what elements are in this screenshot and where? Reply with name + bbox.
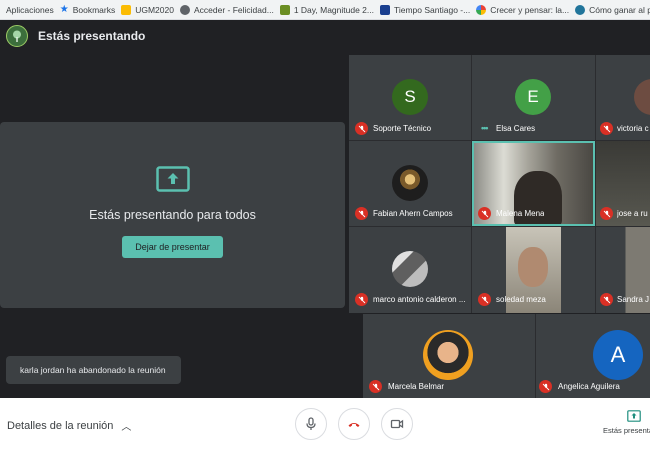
microphone-icon [306, 417, 316, 430]
participant-tile[interactable]: Marcela Belmar [363, 314, 535, 398]
mic-off-icon [355, 122, 368, 135]
meeting-top-bar: Estás presentando [0, 20, 650, 52]
mic-off-icon [600, 122, 613, 135]
bookmark-bookmarks[interactable]: ★ Bookmarks [59, 3, 115, 15]
participant-name: victoria c [617, 124, 649, 133]
participant-name: Marcela Belmar [388, 382, 445, 391]
bookmark-acceder[interactable]: Acceder - Felicidad... [179, 4, 274, 15]
participant-name: Soporte Técnico [373, 124, 432, 133]
bookmark-aplicaciones[interactable]: Aplicaciones [6, 5, 54, 15]
bookmark-ugm2020[interactable]: UGM2020 [121, 4, 174, 15]
participant-left-toast: karla jordan ha abandonado la reunión [6, 356, 181, 384]
participant-tile[interactable]: marco antonio calderon ... [349, 227, 471, 313]
hang-up-icon [348, 423, 360, 427]
participant-grid-bottom: Marcela Belmar A Angelica Aguilera [363, 314, 650, 398]
bookmark-tiempo[interactable]: Tiempo Santiago -... [379, 4, 470, 15]
participant-name: Fabian Ahern Campos [373, 209, 453, 218]
leave-call-button[interactable] [338, 408, 370, 440]
mic-off-icon [355, 293, 368, 306]
participant-video-tile[interactable]: Malena Mena [472, 141, 595, 226]
participant-name: Elsa Cares [496, 124, 536, 133]
mic-off-icon [600, 293, 613, 306]
mic-off-icon [600, 207, 613, 220]
participant-photo [392, 251, 428, 287]
microphone-button[interactable] [295, 408, 327, 440]
camera-button[interactable] [381, 408, 413, 440]
participant-video-tile[interactable]: soledad meza [472, 227, 595, 313]
avatar: A [593, 330, 643, 380]
meeting-details-button[interactable]: Detalles de la reunión ︿ [7, 418, 132, 434]
weather-favicon-icon [379, 4, 390, 15]
avatar: S [392, 79, 428, 115]
bookmark-como-ganar[interactable]: Cómo ganar al pied... [575, 4, 650, 15]
mic-off-icon [369, 380, 382, 393]
present-now-button[interactable]: Estás presentando [603, 410, 650, 435]
bookmark-magnitude[interactable]: 1 Day, Magnitude 2... [279, 4, 374, 15]
bookmarks-bar: Aplicaciones ★ Bookmarks UGM2020 Acceder … [0, 0, 650, 20]
participant-name: jose a ru [617, 209, 648, 218]
participant-name: marco antonio calderon ... [373, 295, 466, 304]
participant-tile[interactable]: S Soporte Técnico [349, 55, 471, 140]
participant-name: Sandra J [617, 295, 650, 304]
presenting-card: Estás presentando para todos Dejar de pr… [0, 122, 345, 308]
camera-icon [390, 419, 404, 429]
participant-tile[interactable]: victoria c [596, 55, 650, 140]
participant-video-tile[interactable]: Sandra J [596, 227, 650, 313]
mic-off-icon [478, 293, 491, 306]
star-icon: ★ [59, 3, 69, 15]
avatar [634, 79, 650, 115]
participant-tile[interactable]: E ••• Elsa Cares [472, 55, 595, 140]
google-icon [476, 4, 487, 15]
chevron-up-icon: ︿ [121, 422, 132, 433]
mic-off-icon [478, 207, 491, 220]
site-favicon-icon [179, 4, 190, 15]
presenting-title: Estás presentando [38, 29, 146, 43]
wordpress-icon [575, 4, 586, 15]
participant-tile[interactable]: Fabian Ahern Campos [349, 141, 471, 226]
participant-name: Malena Mena [496, 209, 545, 218]
meeting-controls-bar: Detalles de la reunión ︿ Estás presentan… [0, 398, 650, 450]
earthquake-favicon-icon [279, 4, 290, 15]
stop-presenting-button[interactable]: Dejar de presentar [122, 236, 223, 258]
participant-tile[interactable]: A Angelica Aguilera [536, 314, 650, 398]
participant-name: soledad meza [496, 295, 546, 304]
meeting-details-label: Detalles de la reunión [7, 419, 114, 432]
participant-grid: S Soporte Técnico E ••• Elsa Cares victo… [349, 55, 650, 313]
mic-off-icon [539, 380, 552, 393]
bookmark-crecer[interactable]: Crecer y pensar: la... [476, 4, 569, 15]
video-person [518, 247, 548, 287]
participant-video-tile[interactable]: jose a ru [596, 141, 650, 226]
participant-photo [392, 165, 428, 201]
folder-icon [121, 4, 132, 15]
present-screen-icon [155, 166, 190, 192]
avatar: E [515, 79, 551, 115]
presenting-message: Estás presentando para todos [89, 208, 256, 222]
present-screen-icon [627, 410, 642, 422]
mic-off-icon [355, 207, 368, 220]
tree-logo-icon [6, 25, 28, 47]
participant-name: Angelica Aguilera [558, 382, 620, 391]
participant-photo [423, 330, 473, 380]
present-now-label: Estás presentando [603, 426, 650, 435]
speaking-indicator-icon: ••• [481, 123, 489, 133]
